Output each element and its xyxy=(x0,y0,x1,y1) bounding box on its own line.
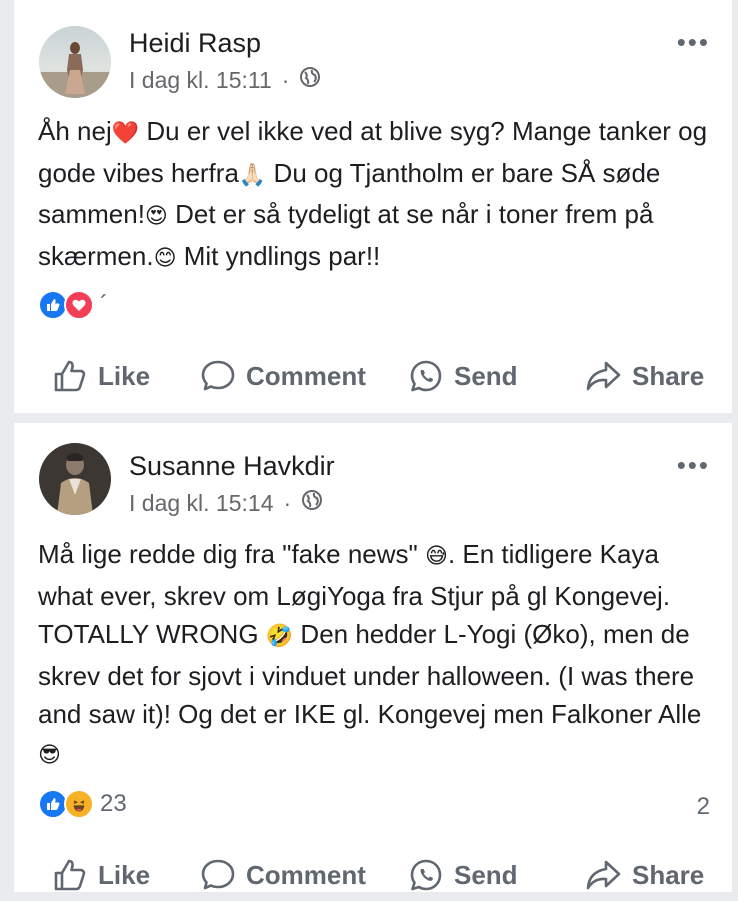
more-options-icon[interactable]: ••• xyxy=(677,29,710,55)
comment-button[interactable]: Comment xyxy=(200,849,366,901)
comment-label: Comment xyxy=(246,859,366,890)
post-actions: Like Comment Send Share xyxy=(14,849,732,901)
haha-reaction-icon xyxy=(64,789,94,819)
whatsapp-icon xyxy=(408,358,444,394)
share-button[interactable]: Share xyxy=(584,849,704,901)
comment-label: Comment xyxy=(246,360,366,391)
like-label: Like xyxy=(98,859,151,890)
more-options-icon[interactable]: ••• xyxy=(677,452,710,478)
reaction-count: ´ xyxy=(100,291,108,318)
send-button[interactable]: Send xyxy=(408,350,518,402)
send-label: Send xyxy=(454,859,518,890)
reaction-summary[interactable]: 23 xyxy=(38,789,127,819)
like-button[interactable]: Like xyxy=(52,849,150,901)
emoji: ❤️ xyxy=(111,121,140,146)
reaction-count: 23 xyxy=(100,790,127,817)
globe-icon xyxy=(299,66,321,94)
post-card: Heidi Rasp I dag kl. 15:11 · ••• Åh nej❤… xyxy=(14,0,732,413)
comment-button[interactable]: Comment xyxy=(200,350,366,402)
emoji: 😊 xyxy=(153,245,177,271)
post-card: Susanne Havkdir I dag kl. 15:14 · ••• Må… xyxy=(14,423,732,892)
emoji: 😍 xyxy=(144,204,168,229)
send-label: Send xyxy=(454,360,518,391)
love-reaction-icon xyxy=(64,290,94,320)
emoji: 🤣 xyxy=(265,624,294,649)
avatar[interactable] xyxy=(39,26,111,98)
comment-count[interactable]: 2 xyxy=(697,793,710,821)
meta-separator: · xyxy=(283,489,292,516)
emoji: 😎 xyxy=(38,742,61,768)
post-meta: I dag kl. 15:11 · xyxy=(129,66,321,94)
send-button[interactable]: Send xyxy=(408,849,518,901)
comment-bubble-icon xyxy=(200,857,236,893)
share-arrow-icon xyxy=(584,358,622,394)
meta-separator: · xyxy=(281,66,290,93)
post-actions: Like Comment Send Share xyxy=(14,350,732,402)
whatsapp-icon xyxy=(408,857,444,893)
emoji: 😅 xyxy=(425,544,448,569)
thumbs-up-icon xyxy=(52,857,88,893)
post-meta: I dag kl. 15:14 · xyxy=(129,489,323,517)
avatar[interactable] xyxy=(39,443,111,515)
author-name[interactable]: Susanne Havkdir xyxy=(129,451,335,482)
share-button[interactable]: Share xyxy=(584,350,704,402)
news-feed: Heidi Rasp I dag kl. 15:11 · ••• Åh nej❤… xyxy=(0,0,738,892)
share-label: Share xyxy=(632,360,705,391)
emoji: 🙏🏻 xyxy=(238,162,267,188)
reaction-summary[interactable]: ´ xyxy=(38,290,108,320)
author-name[interactable]: Heidi Rasp xyxy=(129,28,261,59)
share-label: Share xyxy=(632,859,705,890)
post-text: Åh nej❤️ Du er vel ikke ved at blive syg… xyxy=(38,116,708,271)
share-arrow-icon xyxy=(584,857,622,893)
like-button[interactable]: Like xyxy=(52,350,150,402)
post-text: Må lige redde dig fra "fake news" 😅. En … xyxy=(38,539,702,768)
thumbs-up-icon xyxy=(52,358,88,394)
timestamp[interactable]: I dag kl. 15:11 xyxy=(129,67,272,94)
comment-bubble-icon xyxy=(200,358,236,394)
timestamp[interactable]: I dag kl. 15:14 xyxy=(129,490,274,517)
like-label: Like xyxy=(98,360,151,391)
globe-icon xyxy=(301,489,323,517)
